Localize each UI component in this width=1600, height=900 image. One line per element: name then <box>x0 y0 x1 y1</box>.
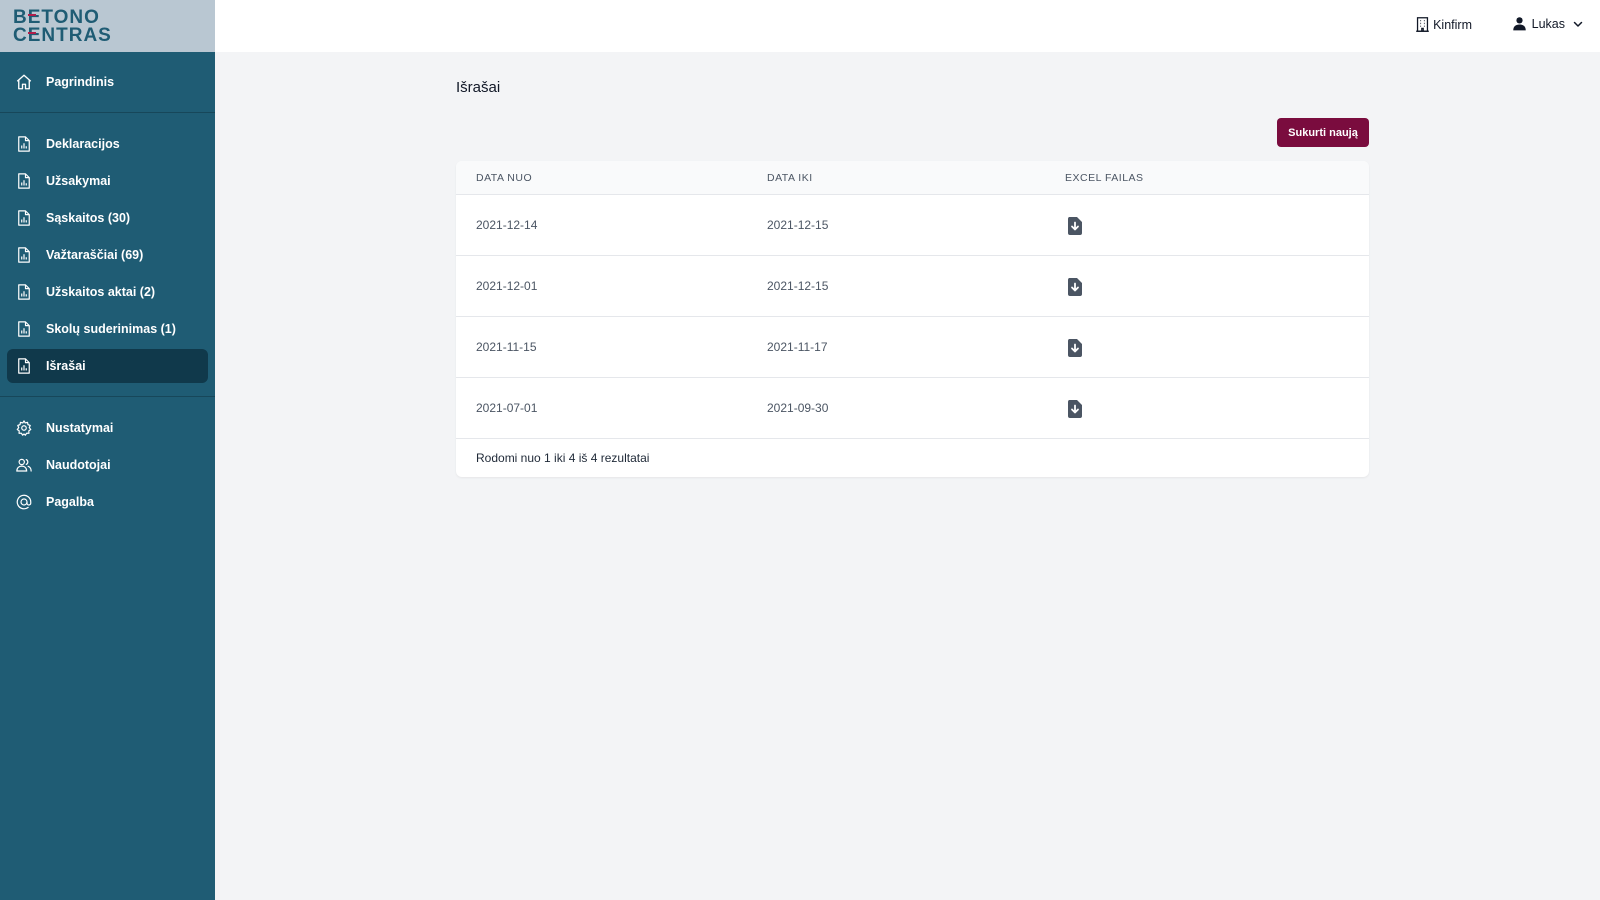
sidebar-item-label: Pagrindinis <box>46 75 115 89</box>
date-from-cell: 2021-11-15 <box>476 340 537 354</box>
sidebar-item-label: Važtaraščiai (69) <box>46 248 144 262</box>
sidebar-item-deklaracijos[interactable]: Deklaracijos <box>7 127 208 161</box>
document-chart-icon <box>15 320 33 338</box>
sidebar-item-pagrindinis[interactable]: Pagrindinis <box>7 65 208 99</box>
sidebar-item-saskaitos[interactable]: Sąskaitos (30) <box>7 201 208 235</box>
document-chart-icon <box>15 246 33 264</box>
sidebar: BETONO CENTRAS Pagrindinis Deklaracijos … <box>0 0 215 900</box>
document-chart-icon <box>15 283 33 301</box>
sidebar-item-label: Nustatymai <box>46 421 114 435</box>
sidebar-item-label: Skolų suderinimas (1) <box>46 322 176 336</box>
document-download-icon[interactable] <box>1067 339 1083 357</box>
sidebar-item-label: Išrašai <box>46 359 86 373</box>
date-to-cell: 2021-11-17 <box>767 340 828 354</box>
sidebar-item-label: Užskaitos aktai (2) <box>46 285 156 299</box>
sidebar-item-uzskaitos-aktai[interactable]: Užskaitos aktai (2) <box>7 275 208 309</box>
document-download-icon[interactable] <box>1067 217 1083 235</box>
user-name: Lukas <box>1531 16 1565 31</box>
table-row: 2021-12-01 2021-12-15 <box>456 256 1369 317</box>
nav-settings: Nustatymai Naudotojai Pagalba <box>0 397 215 527</box>
home-icon <box>15 73 33 91</box>
date-to-cell: 2021-09-30 <box>767 401 829 415</box>
table-header: DATA NUO DATA IKI EXCEL FAILAS <box>456 161 1369 195</box>
document-chart-icon <box>15 135 33 153</box>
nav-documents: Deklaracijos Užsakymai Sąskaitos (30) Va… <box>0 113 215 397</box>
table-row: 2021-11-15 2021-11-17 <box>456 317 1369 378</box>
company-switcher[interactable]: Kinfirm <box>1414 16 1472 33</box>
table-row: 2021-12-14 2021-12-15 <box>456 195 1369 256</box>
betono-centras-logo[interactable]: BETONO CENTRAS <box>13 7 137 43</box>
gear-icon <box>15 419 33 437</box>
sidebar-item-label: Deklaracijos <box>46 137 120 151</box>
sidebar-item-label: Naudotojai <box>46 458 111 472</box>
column-header-date-from[interactable]: DATA NUO <box>476 172 532 184</box>
sidebar-item-label: Užsakymai <box>46 174 111 188</box>
at-sign-icon <box>15 493 33 511</box>
chevron-down-icon <box>1573 21 1583 27</box>
document-chart-icon <box>15 209 33 227</box>
sidebar-item-uzsakymai[interactable]: Užsakymai <box>7 164 208 198</box>
column-header-excel-file[interactable]: EXCEL FAILAS <box>1065 172 1144 184</box>
building-icon <box>1416 17 1429 32</box>
logo-area: BETONO CENTRAS <box>0 0 215 52</box>
document-download-icon[interactable] <box>1067 278 1083 296</box>
company-name: Kinfirm <box>1433 17 1472 32</box>
sidebar-item-israsai[interactable]: Išrašai <box>7 349 208 383</box>
document-chart-icon <box>15 357 33 375</box>
sidebar-item-naudotojai[interactable]: Naudotojai <box>7 448 208 482</box>
user-menu[interactable]: Lukas <box>1512 16 1584 31</box>
person-icon <box>1512 17 1526 31</box>
sidebar-item-vaztarasciai[interactable]: Važtaraščiai (69) <box>7 238 208 272</box>
sidebar-item-pagalba[interactable]: Pagalba <box>7 485 208 519</box>
nav-primary: Pagrindinis <box>0 52 215 113</box>
column-header-date-to[interactable]: DATA IKI <box>767 172 813 184</box>
create-new-button[interactable]: Sukurti naują <box>1277 118 1369 147</box>
users-icon <box>15 456 33 474</box>
date-to-cell: 2021-12-15 <box>767 279 829 293</box>
date-to-cell: 2021-12-15 <box>767 218 829 232</box>
pagination-summary: Rodomi nuo 1 iki 4 iš 4 rezultatai <box>476 451 650 465</box>
sidebar-item-label: Sąskaitos (30) <box>46 211 131 225</box>
date-from-cell: 2021-07-01 <box>476 401 538 415</box>
sidebar-item-skolu-suderinimas[interactable]: Skolų suderinimas (1) <box>7 312 208 346</box>
date-from-cell: 2021-12-14 <box>476 218 538 232</box>
document-chart-icon <box>15 172 33 190</box>
table-row: 2021-07-01 2021-09-30 <box>456 378 1369 439</box>
top-bar: Kinfirm Lukas <box>215 0 1600 52</box>
sidebar-item-nustatymai[interactable]: Nustatymai <box>7 411 208 445</box>
sidebar-item-label: Pagalba <box>46 495 94 509</box>
document-download-icon[interactable] <box>1067 400 1083 418</box>
date-from-cell: 2021-12-01 <box>476 279 538 293</box>
svg-text:CENTRAS: CENTRAS <box>13 25 112 43</box>
page-title: Išrašai <box>456 79 501 96</box>
statements-table: DATA NUO DATA IKI EXCEL FAILAS 2021-12-1… <box>456 161 1369 477</box>
